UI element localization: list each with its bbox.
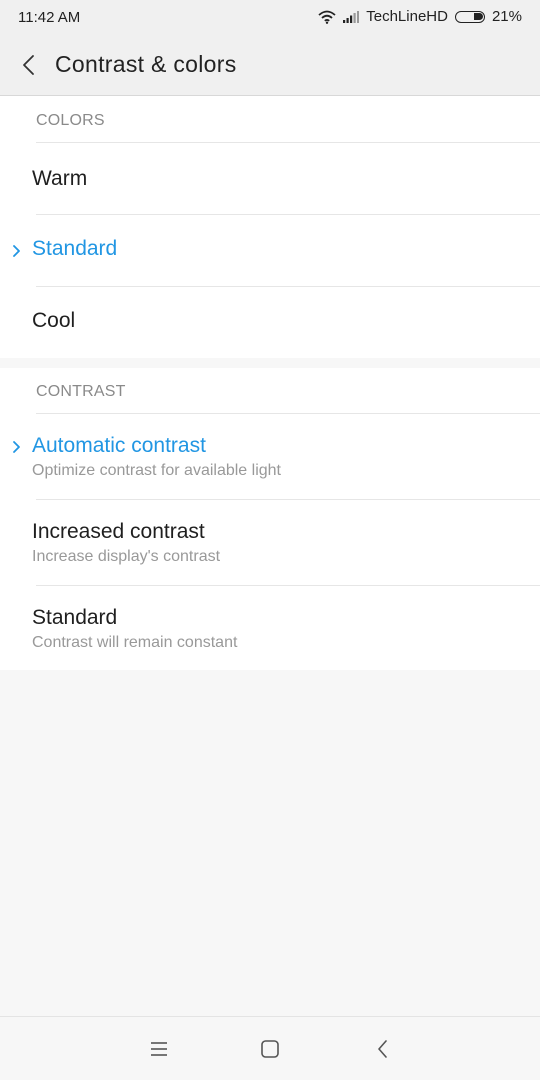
colors-section-header: COLORS xyxy=(36,112,105,129)
option-label: Standard xyxy=(32,606,118,629)
contrast-section-header: CONTRAST xyxy=(36,383,126,400)
colors-section: COLORS Warm Standard Cool xyxy=(0,96,540,358)
option-label: Automatic contrast xyxy=(32,434,206,457)
color-option-warm[interactable]: Warm xyxy=(0,143,540,214)
option-description: Increase display's contrast xyxy=(32,548,221,565)
navigation-bar xyxy=(0,1016,540,1080)
page-title: Contrast & colors xyxy=(55,51,237,77)
color-option-cool[interactable]: Cool xyxy=(0,287,540,358)
option-label: Standard xyxy=(32,237,118,260)
option-label: Cool xyxy=(32,309,76,332)
home-icon[interactable] xyxy=(257,1036,283,1062)
status-time: 11:42 AM xyxy=(18,9,81,26)
selected-chevron-icon xyxy=(13,245,20,257)
back-button[interactable] xyxy=(14,48,44,82)
wifi-icon xyxy=(318,10,336,24)
contrast-section: CONTRAST Automatic contrast Optimize con… xyxy=(0,368,540,670)
signal-icon xyxy=(343,10,360,23)
option-description: Contrast will remain constant xyxy=(32,634,238,651)
status-bar: 11:42 AM TechLineHD 21% xyxy=(0,0,540,34)
color-option-standard[interactable]: Standard xyxy=(0,215,540,286)
battery-percent: 21% xyxy=(491,8,522,25)
option-description: Optimize contrast for available light xyxy=(32,462,281,479)
back-icon[interactable] xyxy=(370,1036,396,1062)
contrast-option-increased[interactable]: Increased contrast Increase display's co… xyxy=(0,500,540,585)
selected-chevron-icon xyxy=(13,441,20,453)
chevron-left-icon xyxy=(23,55,34,75)
carrier-name: TechLineHD xyxy=(366,8,448,25)
contrast-option-automatic[interactable]: Automatic contrast Optimize contrast for… xyxy=(0,414,540,499)
status-icons: TechLineHD 21% xyxy=(318,8,522,25)
title-bar: Contrast & colors xyxy=(0,34,540,96)
option-label: Increased contrast xyxy=(32,520,205,543)
contrast-option-standard[interactable]: Standard Contrast will remain constant xyxy=(0,586,540,670)
menu-icon[interactable] xyxy=(146,1036,172,1062)
battery-icon xyxy=(454,10,485,23)
option-label: Warm xyxy=(32,167,88,190)
